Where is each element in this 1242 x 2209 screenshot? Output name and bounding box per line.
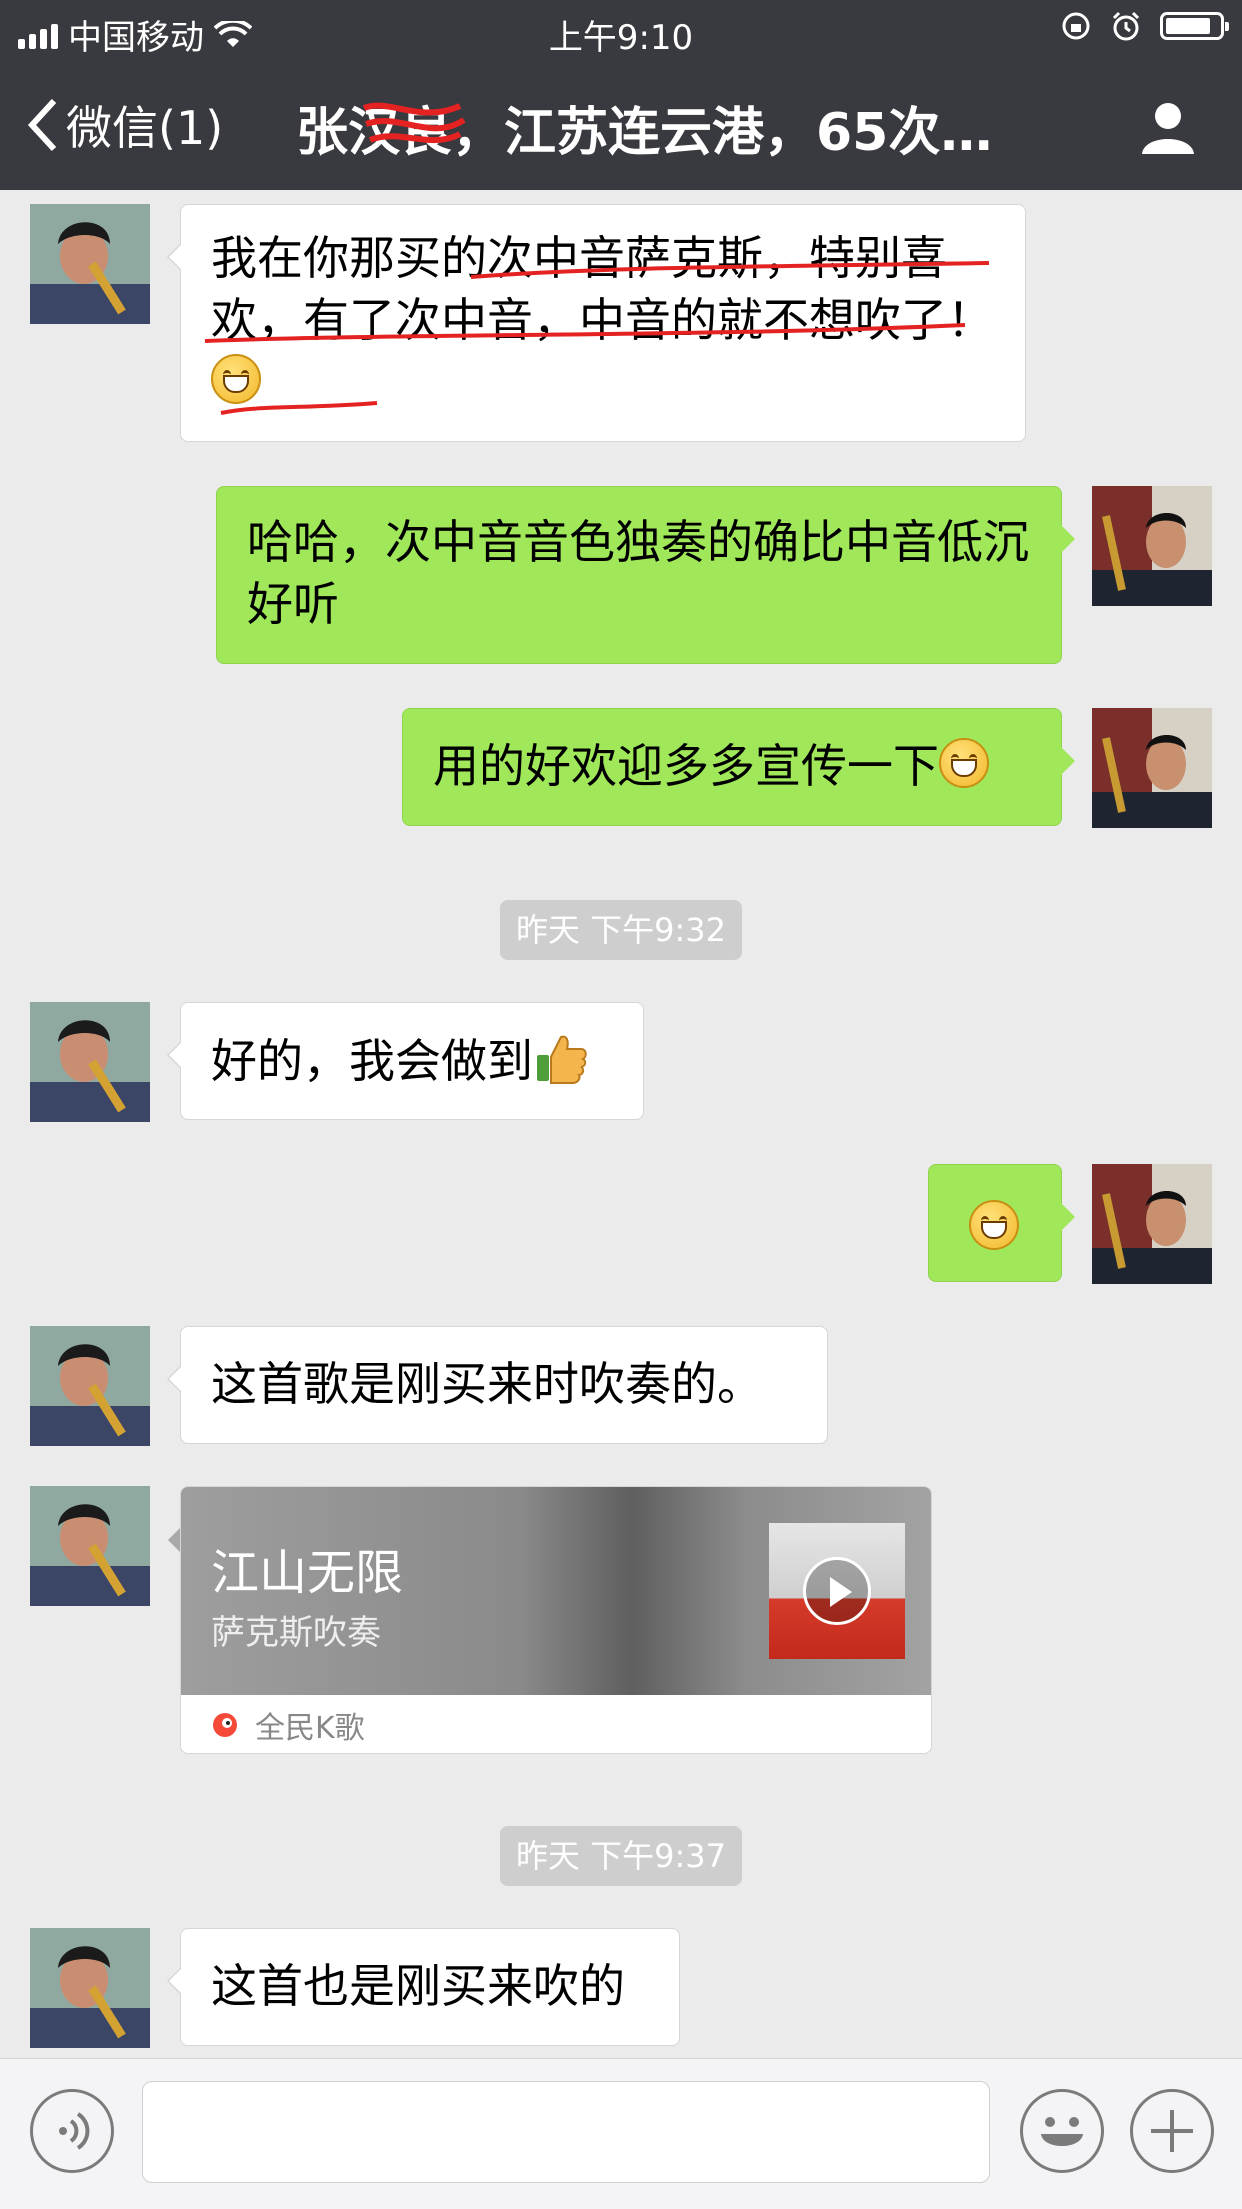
smiley-icon [1041, 2117, 1083, 2146]
source-label: 全民K歌 [255, 1711, 365, 1746]
avatar-contact[interactable] [30, 204, 150, 324]
status-bar: 中国移动 上午9:10 [0, 0, 1242, 62]
message-input[interactable] [142, 2081, 990, 2183]
input-bar [0, 2058, 1242, 2209]
emoji-button[interactable] [1020, 2089, 1104, 2173]
chevron-left-icon [27, 98, 57, 152]
back-label: 微信(1) [66, 101, 224, 155]
more-options-button[interactable] [1130, 2089, 1214, 2173]
avatar-contact[interactable] [30, 1326, 150, 1446]
message-text: 哈哈，次中音音色独奏的确比中音低沉好听 [247, 515, 1029, 631]
message-bubble-incoming[interactable]: 这首也是刚买来吹的 [167, 1928, 680, 2046]
message-bubble-incoming[interactable]: 这首歌是刚买来时吹奏的。 [167, 1326, 828, 1444]
message-bubble-incoming[interactable]: 好的，我会做到 [167, 1002, 644, 1120]
nav-bar: 微信(1) 张汉良，江苏连云港，65次… [0, 62, 1242, 190]
message-bubble-outgoing[interactable]: 哈哈，次中音音色独奏的确比中音低沉好听 [216, 486, 1075, 664]
grin-emoji-icon [969, 1200, 1019, 1250]
song-title: 江山无限 [211, 1545, 404, 1601]
alarm-icon [1112, 11, 1140, 41]
voice-icon [59, 2112, 90, 2150]
avatar-self[interactable] [1092, 486, 1212, 606]
thumbs-up-emoji-icon [537, 1035, 587, 1084]
profile-icon[interactable] [1138, 96, 1198, 156]
song-subtitle: 萨克斯吹奏 [211, 1613, 381, 1653]
play-icon[interactable] [803, 1557, 871, 1625]
avatar-contact[interactable] [30, 1002, 150, 1122]
grin-emoji-icon [939, 738, 989, 788]
red-underline-annotation [204, 261, 990, 415]
battery-icon [1160, 12, 1229, 40]
kge-logo-icon [213, 1713, 237, 1737]
avatar-contact[interactable] [30, 1486, 150, 1606]
message-bubble-outgoing[interactable] [928, 1164, 1075, 1282]
plus-icon [1151, 2110, 1193, 2152]
timestamp-label: 昨天 下午9:37 [499, 1826, 743, 1886]
avatar-contact[interactable] [30, 1928, 150, 2048]
message-bubble-outgoing[interactable]: 用的好欢迎多多宣传一下 [402, 708, 1075, 826]
avatar-self[interactable] [1092, 1164, 1212, 1284]
rotation-lock-icon [1062, 12, 1090, 40]
message-text: 这首也是刚买来吹的 [211, 1959, 625, 2013]
message-bubble-incoming[interactable]: 我在你那买的次中音萨克斯，特别喜欢，有了次中音，中音的就不想吹了！ [167, 204, 1026, 442]
music-share-card[interactable]: 江山无限 萨克斯吹奏 全民K歌 [180, 1486, 932, 1754]
redaction-scribble [362, 102, 466, 144]
card-cover-area: 江山无限 萨克斯吹奏 [181, 1487, 931, 1695]
timestamp-label: 昨天 下午9:32 [499, 900, 743, 960]
song-thumbnail [769, 1523, 905, 1659]
voice-input-button[interactable] [30, 2089, 114, 2173]
message-text: 好的，我会做到 [211, 1034, 533, 1088]
back-button[interactable]: 微信(1) [26, 92, 223, 158]
message-text: 这首歌是刚买来时吹奏的。 [211, 1357, 763, 1411]
avatar-self[interactable] [1092, 708, 1212, 828]
message-text: 用的好欢迎多多宣传一下 [433, 739, 939, 793]
status-time: 上午9:10 [548, 18, 694, 58]
card-source: 全民K歌 [211, 1703, 365, 1747]
